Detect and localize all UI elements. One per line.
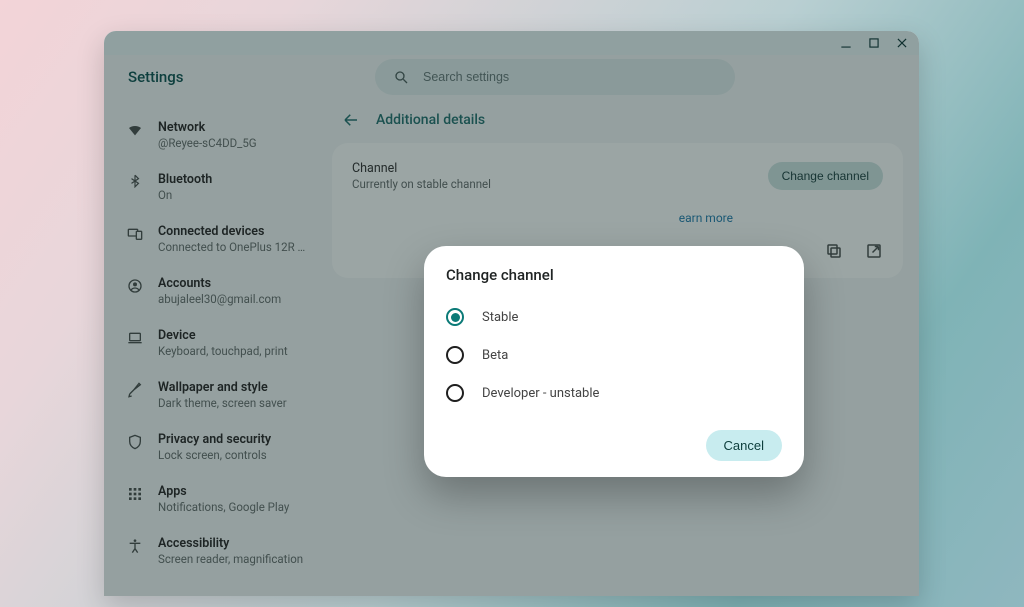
radio-icon bbox=[446, 346, 464, 364]
channel-option-stable[interactable]: Stable bbox=[446, 298, 782, 336]
radio-icon bbox=[446, 384, 464, 402]
option-label: Stable bbox=[482, 310, 518, 325]
change-channel-dialog: Change channel Stable Beta Developer - u… bbox=[424, 246, 804, 477]
dialog-title: Change channel bbox=[446, 266, 782, 284]
cancel-button[interactable]: Cancel bbox=[706, 430, 782, 461]
option-label: Developer - unstable bbox=[482, 386, 599, 401]
option-label: Beta bbox=[482, 348, 508, 363]
channel-option-beta[interactable]: Beta bbox=[446, 336, 782, 374]
radio-icon bbox=[446, 308, 464, 326]
settings-window: Settings Network @Reyee-sC4DD_5G bbox=[104, 31, 919, 596]
channel-option-dev[interactable]: Developer - unstable bbox=[446, 374, 782, 412]
